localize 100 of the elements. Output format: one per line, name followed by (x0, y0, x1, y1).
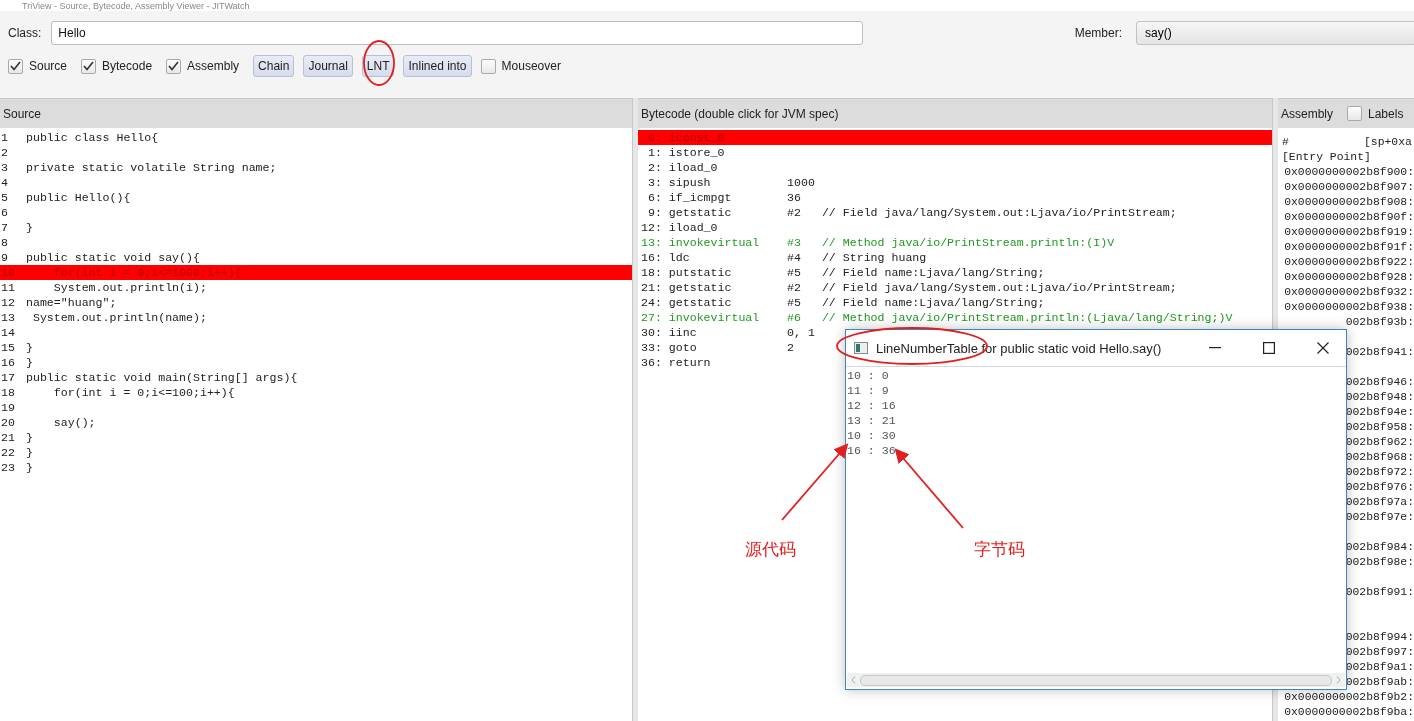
bytecode-line: 1: istore_0 (646, 146, 725, 159)
code-line: for(int i = 0;i<=1000;i++){ (52, 266, 242, 279)
assembly-line: 0x0000000002b8f907: (1284, 180, 1414, 193)
checkbox[interactable] (8, 58, 23, 74)
class-field[interactable]: Hello (51, 21, 864, 45)
line-number: 15 (0, 341, 16, 354)
line-number: 17 (0, 371, 16, 384)
assembly-line: 002b8f991: (1345, 585, 1414, 598)
line-number: 5 (0, 191, 9, 204)
toolbar-button[interactable]: Chain (253, 55, 295, 77)
code-line: say(); (52, 416, 96, 429)
annotation-label: 源代码 (745, 538, 796, 561)
line-number: 1 (0, 131, 9, 144)
code-line: } (26, 431, 33, 444)
line-number: 2 (0, 146, 9, 159)
line-mapping: 11 : 9 (847, 384, 890, 399)
assembly-line: 0x0000000002b8f900: (1284, 165, 1414, 178)
bytecode-line: 16: ldc #4 // String huang (641, 251, 927, 264)
bytecode-line: 24: getstatic #5 // Field name:Ljava/lang/String; (641, 296, 1045, 309)
assembly-line: 002b8f948: (1345, 390, 1414, 403)
checkbox-label: Labels (1368, 106, 1404, 121)
code-line: System.out.println(name); (31, 311, 207, 324)
assembly-line: 002b8f958: (1345, 420, 1414, 433)
line-number: 13 (0, 311, 16, 324)
checkbox[interactable] (480, 58, 496, 74)
code-line: public Hello(){ (26, 191, 131, 204)
line-number: 3 (0, 161, 9, 174)
checkbox-label: Assembly (187, 59, 240, 73)
assembly-line: 002b8f972: (1345, 465, 1414, 478)
bytecode-line: 6: if_icmpgt 36 (646, 191, 802, 204)
line-number: 14 (0, 326, 16, 339)
line-number: 4 (0, 176, 9, 189)
code-line: } (26, 356, 33, 369)
line-number: 9 (0, 251, 9, 264)
maximize-icon (1263, 342, 1275, 354)
line-number: 7 (0, 221, 9, 234)
assembly-line: 0x0000000002b8f90f: (1284, 210, 1414, 223)
annotation-ellipse (363, 40, 395, 86)
assembly-line: 0x0000000002b8f938: (1284, 300, 1414, 313)
checkbox-label: Source (29, 59, 68, 73)
class-label: Class: (8, 26, 42, 40)
line-mapping: 16 : 36 (847, 444, 897, 459)
line-number: 18 (0, 386, 16, 399)
assembly-line: 0x0000000002b8f9b2: (1284, 690, 1414, 703)
assembly-line: 002b8f994: (1345, 630, 1414, 643)
checkbox[interactable] (166, 58, 182, 74)
code-line: System.out.println(i); (52, 281, 207, 294)
bytecode-line: 9: getstatic #2 // Field java/lang/System.out:Ljava/io/PrintStream; (646, 206, 1177, 219)
code-line: } (26, 446, 33, 459)
toolbar-button[interactable]: Inlined into (403, 55, 472, 77)
line-number: 20 (0, 416, 16, 429)
code-line: public class Hello{ (26, 131, 159, 144)
minimize-icon (1209, 347, 1221, 349)
pane-title: Assembly (1281, 106, 1333, 121)
close-icon (1317, 342, 1329, 354)
pane-title: Source (3, 106, 42, 121)
check-icon (10, 61, 21, 71)
code-line: name="huang"; (26, 296, 117, 309)
code-line: } (26, 221, 33, 234)
code-line: } (26, 461, 33, 474)
assembly-line: 0x0000000002b8f91f: (1284, 240, 1414, 253)
assembly-line: 002b8f984: (1345, 540, 1414, 553)
code-line: for(int i = 0;i<=100;i++){ (52, 386, 235, 399)
line-number: 22 (0, 446, 16, 459)
assembly-line: 0x0000000002b8f919: (1284, 225, 1414, 238)
member-dropdown[interactable]: say() (1136, 21, 1414, 45)
horizontal-scrollbar[interactable] (847, 673, 1345, 687)
line-number: 6 (0, 206, 9, 219)
checkbox-label: Mouseover (501, 59, 561, 73)
bytecode-line: 3: sipush 1000 (646, 176, 815, 189)
checkbox[interactable] (81, 58, 97, 74)
assembly-line: 002b8f968: (1345, 450, 1414, 463)
assembly-line: 0x0000000002b8f908: (1284, 195, 1414, 208)
assembly-line: 0x0000000002b8f932: (1284, 285, 1414, 298)
toolbar-button[interactable]: Journal (303, 55, 353, 77)
assembly-line: # [sp+0xa (1282, 135, 1412, 148)
window-title: TriView - Source, Bytecode, Assembly Viewer - JITWatch (22, 0, 250, 11)
checkbox[interactable] (1347, 106, 1362, 121)
assembly-line: 002b8f93b: (1345, 315, 1414, 328)
annotation-label: 字节码 (974, 538, 1025, 561)
bytecode-line: 36: return (641, 356, 711, 369)
assembly-line: 0x0000000002b8f928: (1284, 270, 1414, 283)
line-number: 11 (0, 281, 16, 294)
bytecode-line: 18: putstatic #5 // Field name:Ljava/lang/String; (641, 266, 1045, 279)
assembly-line: 002b8f97a: (1345, 495, 1414, 508)
bytecode-line: 33: goto 2 (641, 341, 795, 354)
assembly-line: 002b8f946: (1345, 375, 1414, 388)
assembly-line: 002b8f97e: (1345, 510, 1414, 523)
bytecode-line: 21: getstatic #2 // Field java/lang/System.out:Ljava/io/PrintStream; (641, 281, 1177, 294)
assembly-line: 002b8f9ab: (1345, 675, 1414, 688)
line-number: 8 (0, 236, 9, 249)
pane-title: Bytecode (double click for JVM spec) (641, 106, 839, 121)
bytecode-line: 27: invokevirtual #6 // Method java/io/PrintStream.println:(Ljava/lang/String;)V (641, 311, 1233, 324)
code-line: public static void main(String[] args){ (26, 371, 298, 384)
check-icon (168, 61, 180, 71)
line-number: 12 (0, 296, 16, 309)
line-number: 16 (0, 356, 16, 369)
checkbox-label: Bytecode (102, 59, 153, 73)
assembly-line: 002b8f962: (1345, 435, 1414, 448)
assembly-line: 0x0000000002b8f922: (1284, 255, 1414, 268)
